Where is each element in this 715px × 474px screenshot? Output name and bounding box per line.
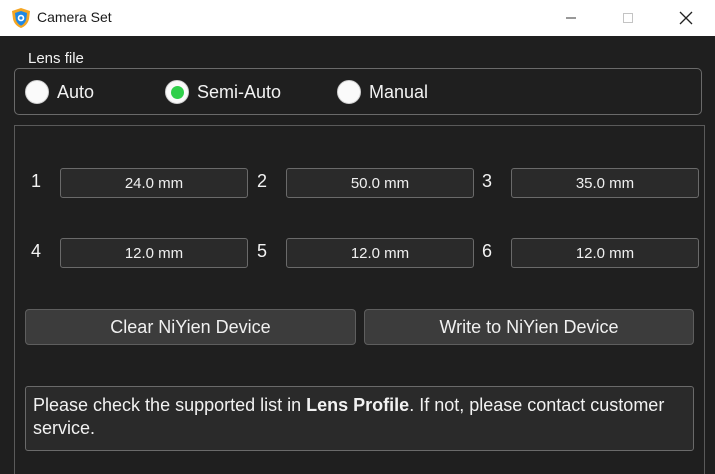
maximize-button[interactable] — [600, 0, 656, 36]
radio-manual[interactable]: Manual — [337, 79, 428, 105]
lens-focal-length-field[interactable]: 50.0 mm — [286, 168, 474, 198]
radio-auto-circle — [25, 80, 49, 104]
lens-slot-number: 5 — [257, 241, 268, 261]
radio-selected-dot — [170, 85, 184, 99]
radio-manual-label: Manual — [369, 81, 429, 102]
radio-auto-label: Auto — [57, 81, 95, 102]
clear-device-button[interactable]: Clear NiYien Device — [25, 309, 356, 345]
radio-manual-circle — [337, 80, 361, 104]
lens-profile-link: Lens Profile — [306, 395, 410, 415]
lens-slot-number: 4 — [31, 241, 42, 261]
lens-slot-number: 3 — [482, 171, 493, 191]
radio-semi-auto-label: Semi-Auto — [197, 81, 282, 102]
radio-auto[interactable]: Auto — [25, 79, 94, 105]
minimize-icon — [566, 17, 576, 19]
write-device-button[interactable]: Write to NiYien Device — [364, 309, 694, 345]
dialog-content: Lens file Auto Semi-Auto Manual 1 24.0 m… — [0, 36, 715, 474]
shield-logo-icon — [12, 8, 30, 28]
lens-file-group: Auto Semi-Auto Manual — [14, 68, 702, 115]
lens-slot-number: 2 — [257, 171, 268, 191]
lens-focal-length-field[interactable]: 24.0 mm — [60, 168, 248, 198]
radio-semi-auto-circle — [165, 80, 189, 104]
lens-focal-length-field[interactable]: 12.0 mm — [60, 238, 248, 268]
lens-focal-length-field[interactable]: 12.0 mm — [511, 238, 699, 268]
window-title: Camera Set — [37, 9, 112, 25]
lens-file-legend: Lens file — [24, 50, 88, 67]
lens-slot-number: 1 — [31, 171, 42, 191]
lens-focal-length-field[interactable]: 12.0 mm — [286, 238, 474, 268]
notice-box: Please check the supported list in Lens … — [25, 386, 694, 451]
minimize-button[interactable] — [543, 0, 599, 36]
lens-focal-length-field[interactable]: 35.0 mm — [511, 168, 699, 198]
lens-slot-number: 6 — [482, 241, 493, 261]
maximize-icon — [623, 13, 633, 23]
radio-semi-auto[interactable]: Semi-Auto — [165, 79, 281, 105]
close-icon — [679, 11, 693, 25]
notice-text: Please check the supported list in — [33, 395, 307, 415]
title-bar: Camera Set — [0, 0, 715, 36]
close-button[interactable] — [658, 0, 714, 36]
